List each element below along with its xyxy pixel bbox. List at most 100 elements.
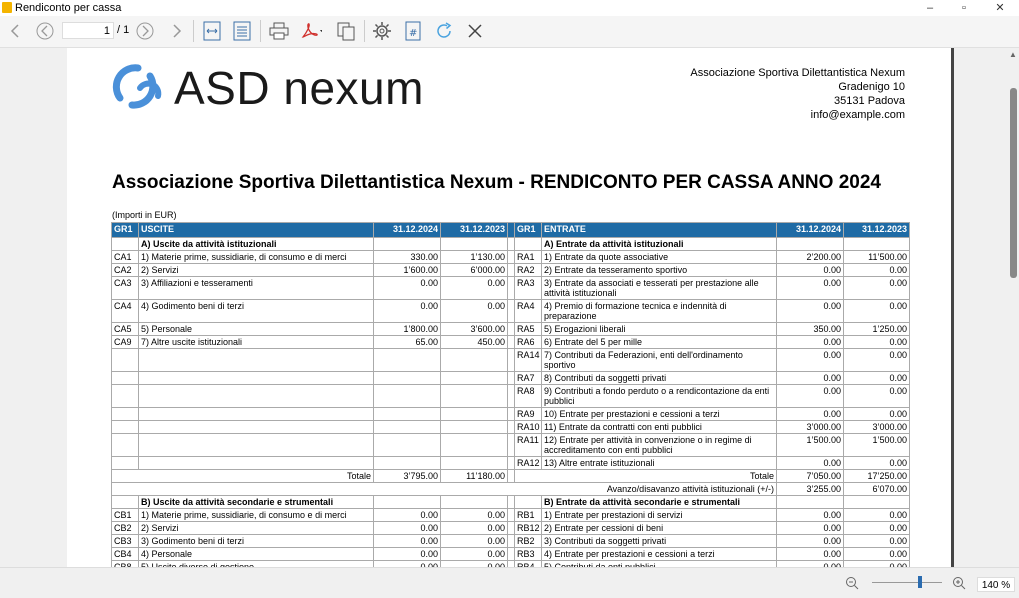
logo-icon (112, 62, 172, 117)
total-amount: 7’050.00 (776, 469, 844, 483)
cell-amount: 1’500.00 (776, 433, 844, 457)
refresh-icon[interactable] (433, 20, 455, 42)
cell-amount: 0.00 (440, 508, 508, 522)
column-gap (507, 469, 515, 483)
cell-amount (440, 420, 508, 434)
cell-amount: 0.00 (843, 299, 910, 323)
table-row: CA5 5) Personale 1’800.00 3’600.00 RA5 5) Ero… (111, 322, 910, 336)
table-row: CA1 1) Materie prime, sussidiarie, di con… (111, 250, 910, 264)
zoom-out-icon[interactable] (845, 576, 859, 595)
cell-label: 13) Altre entrate istituzionali (541, 456, 777, 470)
cell-amount: 1’250.00 (843, 322, 910, 336)
cell-amount: 0.00 (843, 407, 910, 421)
table-row: RA14 7) Contributi da Federazioni, enti d… (111, 348, 910, 372)
zoom-in-icon[interactable] (952, 576, 966, 595)
cell-code: RA4 (514, 299, 542, 323)
report-table: GR1 USCITE 31.12.2024 31.12.2023 GR1 ENT… (111, 222, 910, 567)
cell-amount: 350.00 (776, 322, 844, 336)
cell-label: 2) Servizi (138, 263, 374, 277)
cell-label: 3) Contributi da soggetti privati (541, 534, 777, 548)
cell-code (111, 433, 139, 457)
copy-icon[interactable] (335, 20, 357, 42)
page-number-input[interactable]: 1 (62, 22, 114, 39)
vertical-scrollbar[interactable]: ▲ (1008, 48, 1019, 567)
zoom-slider[interactable] (872, 576, 942, 588)
table-row: RA7 8) Contributi da soggetti privati 0.00… (111, 371, 910, 385)
cell-label: 5) Personale (138, 322, 374, 336)
pdf-export-icon[interactable] (300, 20, 322, 42)
separator (260, 20, 261, 42)
cell-amount: 0.00 (373, 276, 441, 300)
cell-label: 7) Altre uscite istituzionali (138, 335, 374, 349)
table-row: RA10 11) Entrate da contratti con enti pu… (111, 420, 910, 434)
cell-label: 6) Entrate del 5 per mille (541, 335, 777, 349)
column-gap (507, 521, 515, 535)
column-gap (507, 276, 515, 300)
cell-label: 1) Entrate da quote associative (541, 250, 777, 264)
total-amount: 3’795.00 (373, 469, 441, 483)
page-number-icon[interactable]: # (402, 20, 424, 42)
cell-amount (776, 495, 844, 509)
scrollbar-thumb[interactable] (1010, 88, 1017, 278)
cell-label (138, 433, 374, 457)
section-row: A) Uscite da attività istituzionali A) En… (111, 237, 910, 251)
cell-amount (373, 348, 441, 372)
previous-page-icon[interactable] (34, 20, 56, 42)
cell-amount: 0.00 (440, 547, 508, 561)
cell-amount (373, 407, 441, 421)
report-page: ASD nexum Associazione Sportiva Dilettan… (67, 48, 954, 567)
column-gap (507, 547, 515, 561)
cell-amount: 0.00 (776, 299, 844, 323)
cell-amount: 1’600.00 (373, 263, 441, 277)
close-window-button[interactable]: ✕ (983, 0, 1017, 16)
cell-amount: 11’500.00 (843, 250, 910, 264)
cell-amount: 0.00 (440, 299, 508, 323)
cell-code: RB2 (514, 534, 542, 548)
cell-amount: 0.00 (776, 508, 844, 522)
cell-amount (373, 495, 441, 509)
separator (364, 20, 365, 42)
total-amount: 11’180.00 (440, 469, 508, 483)
maximize-button[interactable]: ▫ (947, 0, 981, 16)
balance-amount: 3’255.00 (776, 482, 844, 496)
toolbar: # (0, 16, 1019, 48)
section-label-uscite: B) Uscite da attività secondarie e strum… (138, 495, 374, 509)
cell-amount: 0.00 (373, 521, 441, 535)
cell-amount: 0.00 (776, 384, 844, 408)
cell-amount: 65.00 (373, 335, 441, 349)
cell-code: CB3 (111, 534, 139, 548)
minimize-button[interactable]: – (913, 0, 947, 16)
forward-icon[interactable] (166, 20, 188, 42)
cell-amount: 1’130.00 (440, 250, 508, 264)
zoom-level[interactable]: 140 % (977, 577, 1015, 592)
cell-code (111, 420, 139, 434)
cell-code (111, 456, 139, 470)
cell-amount: 0.00 (776, 456, 844, 470)
column-gap (507, 237, 515, 251)
back-icon[interactable] (4, 20, 26, 42)
cell-code: RA6 (514, 335, 542, 349)
cell-code: RA1 (514, 250, 542, 264)
cell-code (111, 407, 139, 421)
print-icon[interactable] (268, 20, 290, 42)
column-gap (507, 534, 515, 548)
cell-label: 8) Contributi da soggetti privati (541, 371, 777, 385)
cell-code: RA5 (514, 322, 542, 336)
next-page-icon[interactable] (134, 20, 156, 42)
cell-code: CB2 (111, 521, 139, 535)
settings-icon[interactable] (371, 20, 393, 42)
total-label: Totale (111, 469, 374, 483)
header-uscite: USCITE (138, 222, 374, 238)
close-icon[interactable] (464, 20, 486, 42)
cell-amount: 0.00 (776, 534, 844, 548)
scroll-up-icon[interactable]: ▲ (1009, 50, 1017, 59)
cell-amount: 0.00 (440, 276, 508, 300)
fit-page-icon[interactable] (231, 20, 253, 42)
zoom-slider-thumb[interactable] (918, 576, 922, 588)
cell-code: RA9 (514, 407, 542, 421)
total-label: Totale (514, 469, 777, 483)
column-gap (507, 508, 515, 522)
cell-amount (373, 371, 441, 385)
fit-width-icon[interactable] (201, 20, 223, 42)
table-body: A) Uscite da attività istituzionali A) En… (111, 237, 910, 567)
